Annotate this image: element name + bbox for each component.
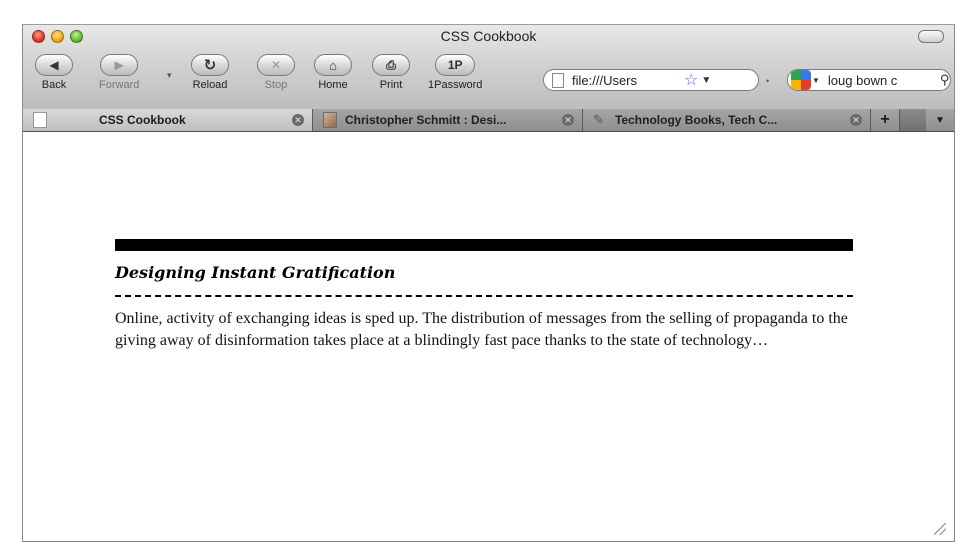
onepassword-label: 1Password <box>428 79 483 91</box>
tab-list-icon[interactable]: ▼ <box>926 109 954 131</box>
reload-label: Reload <box>192 79 228 91</box>
tab-title: Christopher Schmitt : Desi... <box>345 113 507 127</box>
person-photo-icon <box>323 112 337 128</box>
article-body: Online, activity of exchanging ideas is … <box>115 310 848 349</box>
address-bar[interactable]: file:///Users ☆ ▼ <box>543 69 759 91</box>
onepassword-button[interactable]: 1P 1Password <box>428 54 482 91</box>
search-input[interactable]: loug bown c <box>828 73 940 88</box>
back-button[interactable]: ◀ Back <box>35 54 73 91</box>
back-icon: ◀ <box>35 54 73 76</box>
thick-rule <box>115 239 853 251</box>
tab-css-cookbook[interactable]: CSS Cookbook ✕ <box>23 109 313 131</box>
close-tab-icon[interactable]: ✕ <box>562 114 574 126</box>
close-tab-icon[interactable]: ✕ <box>292 114 304 126</box>
close-tab-icon[interactable]: ✕ <box>850 114 862 126</box>
forward-label: Forward <box>99 79 140 91</box>
browser-window: CSS Cookbook ◀ Back ▶ Forward ▾ ↻ Reload… <box>22 24 955 542</box>
home-button[interactable]: ⌂ Home <box>314 54 352 91</box>
stop-label: Stop <box>264 79 288 91</box>
stop-icon: ✕ <box>257 54 295 76</box>
search-icon[interactable]: ⚲ <box>940 72 950 88</box>
tab-christopher-schmitt[interactable]: Christopher Schmitt : Desi... ✕ <box>313 109 583 131</box>
document-icon <box>33 112 47 128</box>
stop-button[interactable]: ✕ Stop <box>257 54 295 91</box>
url-field[interactable]: file:///Users <box>572 73 680 88</box>
tab-title: CSS Cookbook <box>99 113 186 127</box>
onepassword-icon: 1P <box>435 54 476 76</box>
page-icon <box>552 72 564 88</box>
search-engine-icon[interactable] <box>791 70 811 90</box>
print-button[interactable]: ⎙ Print <box>372 54 410 91</box>
home-label: Home <box>318 79 348 91</box>
page-content: Designing Instant Gratification Online, … <box>23 132 954 541</box>
window-title: CSS Cookbook <box>440 28 537 44</box>
tab-technology-books[interactable]: ✎ Technology Books, Tech C... ✕ <box>583 109 871 131</box>
forward-icon: ▶ <box>100 54 139 76</box>
print-icon: ⎙ <box>372 54 410 76</box>
tab-title: Technology Books, Tech C... <box>615 113 778 127</box>
search-bar[interactable]: ▼ loug bown c ⚲ <box>787 69 951 91</box>
history-dropdown-icon[interactable]: ▾ <box>167 70 172 81</box>
new-tab-button[interactable]: + <box>871 109 900 131</box>
back-label: Back <box>41 79 67 91</box>
bookmark-star-icon[interactable]: ☆ <box>684 70 698 90</box>
reload-icon: ↻ <box>191 54 229 76</box>
search-engine-dropdown-icon[interactable]: ▼ <box>812 76 820 85</box>
browser-toolbar: CSS Cookbook ◀ Back ▶ Forward ▾ ↻ Reload… <box>23 25 954 110</box>
url-dropdown-icon[interactable]: ▼ <box>701 75 711 86</box>
article-heading: Designing Instant Gratification <box>115 263 396 282</box>
reload-button[interactable]: ↻ Reload <box>191 54 229 91</box>
dashed-rule <box>115 295 853 297</box>
books-icon: ✎ <box>593 112 604 127</box>
print-label: Print <box>379 79 403 91</box>
toolbar-separator-icon: • <box>766 76 770 86</box>
resize-grip-icon[interactable] <box>934 523 946 535</box>
home-icon: ⌂ <box>314 54 352 76</box>
tab-bar: CSS Cookbook ✕ Christopher Schmitt : Des… <box>23 109 954 132</box>
toolbar-toggle-button[interactable] <box>918 30 944 43</box>
forward-button[interactable]: ▶ Forward <box>99 54 139 91</box>
